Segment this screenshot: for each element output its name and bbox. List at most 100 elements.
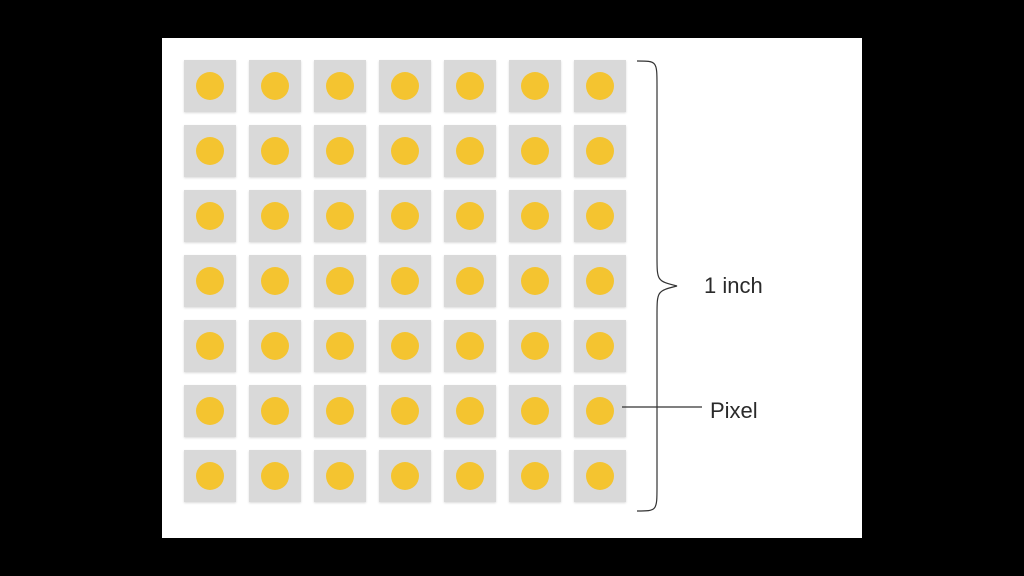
pixel-tile — [574, 255, 626, 307]
pixel-dot — [521, 332, 549, 360]
pixel-dot — [456, 202, 484, 230]
pixel-tile — [184, 190, 236, 242]
pixel-tile — [184, 450, 236, 502]
pixel-dot — [196, 267, 224, 295]
pixel-dot — [586, 267, 614, 295]
pixel-tile — [509, 190, 561, 242]
pixel-dot — [586, 137, 614, 165]
pixel-tile — [444, 190, 496, 242]
pixel-tile — [509, 385, 561, 437]
height-label: 1 inch — [704, 273, 763, 299]
pixel-tile — [379, 385, 431, 437]
pixel-dot — [326, 267, 354, 295]
pixel-dot — [391, 202, 419, 230]
pixel-tile — [249, 190, 301, 242]
height-brace — [632, 56, 692, 516]
pixel-dot — [326, 202, 354, 230]
pixel-dot — [391, 72, 419, 100]
pixel-tile — [249, 385, 301, 437]
pixel-tile — [249, 450, 301, 502]
pixel-tile — [509, 320, 561, 372]
pixel-dot — [456, 72, 484, 100]
pixel-dot — [391, 137, 419, 165]
pixel-dot — [326, 137, 354, 165]
pixel-dot — [261, 462, 289, 490]
pixel-tile — [509, 255, 561, 307]
pixel-dot — [196, 332, 224, 360]
pixel-dot — [391, 462, 419, 490]
pixel-tile — [314, 450, 366, 502]
pixel-tile — [314, 385, 366, 437]
pixel-tile — [379, 60, 431, 112]
pixel-tile — [379, 125, 431, 177]
pixel-dot — [521, 202, 549, 230]
pixel-tile — [379, 190, 431, 242]
pixel-dot — [196, 137, 224, 165]
pixel-dot — [586, 202, 614, 230]
pixel-tile — [444, 450, 496, 502]
pixel-tile — [574, 450, 626, 502]
pixel-tile — [249, 255, 301, 307]
pixel-dot — [196, 397, 224, 425]
pixel-tile — [574, 60, 626, 112]
pixel-tile — [574, 385, 626, 437]
pixel-tile — [574, 190, 626, 242]
pixel-tile — [509, 125, 561, 177]
pixel-tile — [574, 320, 626, 372]
pixel-grid — [184, 60, 624, 515]
pixel-tile — [379, 450, 431, 502]
pixel-tile — [444, 385, 496, 437]
pixel-tile — [314, 60, 366, 112]
pixel-tile — [314, 190, 366, 242]
pixel-tile — [444, 125, 496, 177]
pixel-dot — [391, 332, 419, 360]
pixel-dot — [326, 397, 354, 425]
pixel-dot — [196, 462, 224, 490]
pixel-dot — [326, 462, 354, 490]
pixel-dot — [521, 267, 549, 295]
pixel-dot — [261, 332, 289, 360]
pixel-dot — [456, 397, 484, 425]
pixel-label: Pixel — [710, 398, 758, 424]
pixel-dot — [261, 137, 289, 165]
pixel-tile — [444, 320, 496, 372]
pixel-dot — [326, 72, 354, 100]
pixel-dot — [456, 462, 484, 490]
pixel-pointer-line — [622, 406, 702, 408]
pixel-dot — [196, 72, 224, 100]
pixel-tile — [509, 450, 561, 502]
pixel-dot — [261, 267, 289, 295]
pixel-dot — [586, 332, 614, 360]
pixel-tile — [444, 255, 496, 307]
diagram-canvas: 1 inch Pixel — [162, 38, 862, 538]
pixel-dot — [521, 72, 549, 100]
pixel-tile — [379, 320, 431, 372]
pixel-dot — [456, 137, 484, 165]
pixel-tile — [314, 255, 366, 307]
pixel-tile — [184, 60, 236, 112]
pixel-dot — [261, 72, 289, 100]
pixel-dot — [586, 72, 614, 100]
pixel-dot — [521, 397, 549, 425]
pixel-dot — [586, 397, 614, 425]
pixel-tile — [444, 60, 496, 112]
pixel-tile — [184, 125, 236, 177]
pixel-tile — [379, 255, 431, 307]
pixel-dot — [196, 202, 224, 230]
pixel-dot — [456, 332, 484, 360]
pixel-dot — [391, 397, 419, 425]
pixel-dot — [326, 332, 354, 360]
pixel-tile — [249, 60, 301, 112]
pixel-tile — [574, 125, 626, 177]
pixel-dot — [261, 202, 289, 230]
pixel-dot — [391, 267, 419, 295]
pixel-tile — [184, 320, 236, 372]
pixel-dot — [456, 267, 484, 295]
pixel-tile — [249, 320, 301, 372]
pixel-tile — [184, 385, 236, 437]
pixel-dot — [521, 462, 549, 490]
pixel-dot — [261, 397, 289, 425]
pixel-tile — [509, 60, 561, 112]
diagram-stage: 1 inch Pixel — [0, 0, 1024, 576]
pixel-tile — [249, 125, 301, 177]
